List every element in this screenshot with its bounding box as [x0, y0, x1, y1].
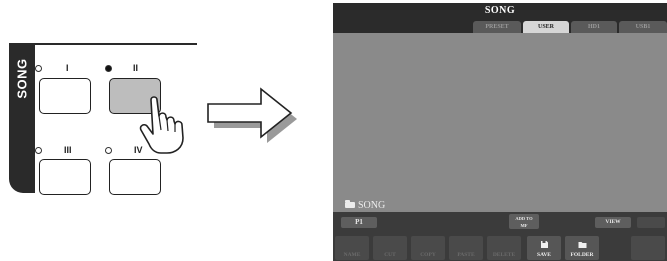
button-1-number: I — [66, 63, 69, 73]
cut-button[interactable]: CUT — [373, 236, 407, 260]
right-arrow-icon — [207, 87, 297, 143]
screen-title: SONG — [333, 3, 667, 20]
page-button[interactable]: P1 — [341, 217, 377, 228]
save-icon — [541, 241, 548, 248]
lamp-4-indicator — [105, 147, 112, 154]
cut-button-label: CUT — [384, 252, 396, 258]
tab-preset[interactable]: PRESET — [473, 21, 521, 33]
tab-bar: PRESET USER HD1 USB1 — [333, 20, 667, 33]
song-button-3[interactable] — [39, 159, 91, 195]
panel-label: SONG — [14, 58, 30, 99]
folder-button-label: FOLDER — [570, 252, 594, 258]
copy-button[interactable]: COPY — [411, 236, 445, 260]
blank-function-button[interactable] — [631, 236, 665, 260]
tab-user[interactable]: USER — [523, 21, 569, 33]
name-button[interactable]: NAME — [335, 236, 369, 260]
view-button[interactable]: VIEW — [595, 217, 631, 228]
folder-button[interactable]: FOLDER — [565, 236, 599, 260]
folder-path: SONG — [345, 198, 385, 212]
panel-top-line — [35, 43, 197, 45]
folder-icon — [578, 242, 587, 248]
folder-path-label: SONG — [358, 199, 386, 211]
tab-hd1[interactable]: HD1 — [571, 21, 617, 33]
song-button-4[interactable] — [109, 159, 161, 195]
paste-button-label: PASTE — [457, 252, 475, 258]
copy-button-label: COPY — [420, 252, 436, 258]
folder-icon — [345, 200, 355, 208]
lamp-1-indicator — [35, 65, 42, 72]
save-button-label: SAVE — [537, 252, 551, 258]
add-to-mf-button[interactable]: ADD TO MF — [509, 214, 539, 229]
button-2-number: II — [133, 63, 139, 73]
panel-side-strip: SONG — [9, 43, 35, 193]
button-3-number: III — [64, 145, 72, 155]
delete-button[interactable]: DELETE — [487, 236, 521, 260]
song-button-1[interactable] — [39, 78, 91, 114]
lamp-2-indicator — [105, 65, 112, 72]
save-button[interactable]: SAVE — [527, 236, 561, 260]
paste-button[interactable]: PASTE — [449, 236, 483, 260]
name-button-label: NAME — [343, 252, 361, 258]
blank-button[interactable] — [637, 217, 665, 228]
song-selection-screen: SONG PRESET USER HD1 USB1 SONG P1 ADD TO… — [333, 3, 667, 261]
file-area[interactable] — [333, 33, 667, 210]
pointing-hand-icon — [139, 96, 184, 154]
tab-usb1[interactable]: USB1 — [619, 21, 667, 33]
delete-button-label: DELETE — [492, 252, 516, 258]
lamp-3-indicator — [35, 147, 42, 154]
